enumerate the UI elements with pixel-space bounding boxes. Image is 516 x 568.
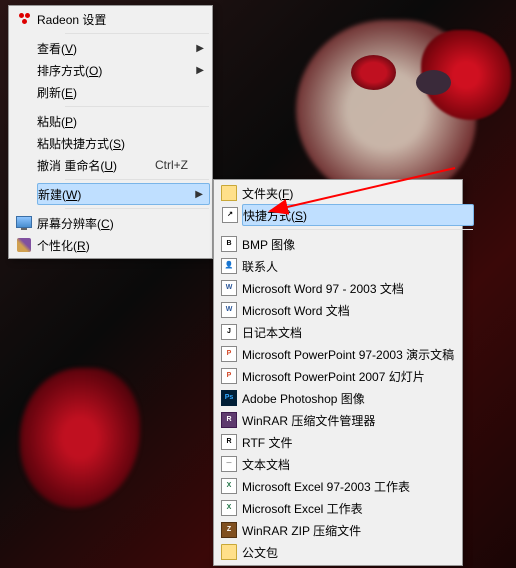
new-xls[interactable]: XMicrosoft Excel 工作表 <box>242 497 474 519</box>
folder-icon <box>216 185 242 201</box>
menu-label: 文本文档 <box>242 456 290 473</box>
menu-radeon-settings[interactable]: Radeon 设置 <box>37 8 210 30</box>
xls-icon: X <box>216 478 242 494</box>
shortcut-icon: ↗ <box>217 207 243 223</box>
menu-label: 刷新(E) <box>37 84 77 101</box>
xls-icon: X <box>216 500 242 516</box>
menu-label: 快捷方式(S) <box>243 207 307 224</box>
new-xls97[interactable]: XMicrosoft Excel 97-2003 工作表 <box>242 475 474 497</box>
menu-label: 个性化(R) <box>37 237 90 254</box>
rar-icon: R <box>216 412 242 428</box>
word-icon: W <box>216 302 242 318</box>
menu-label: Microsoft Word 97 - 2003 文档 <box>242 280 404 297</box>
new-rtf[interactable]: RRTF 文件 <box>242 431 474 453</box>
menu-label: WinRAR ZIP 压缩文件 <box>242 522 361 539</box>
menu-label: Microsoft PowerPoint 2007 幻灯片 <box>242 368 425 385</box>
new-folder[interactable]: 文件夹(F) <box>242 182 474 204</box>
new-journal[interactable]: J日记本文档 <box>242 321 474 343</box>
menu-separator <box>65 208 209 209</box>
psd-icon: Ps <box>216 390 242 406</box>
new-submenu: 文件夹(F) ↗ 快捷方式(S) BBMP 图像 👤联系人 WMicrosoft… <box>213 179 463 566</box>
new-psd[interactable]: PsAdobe Photoshop 图像 <box>242 387 474 409</box>
new-bmp[interactable]: BBMP 图像 <box>242 233 474 255</box>
monitor-icon <box>11 217 37 229</box>
bmp-icon: B <box>216 236 242 252</box>
new-word97[interactable]: WMicrosoft Word 97 - 2003 文档 <box>242 277 474 299</box>
new-zip[interactable]: ZWinRAR ZIP 压缩文件 <box>242 519 474 541</box>
txt-icon: ─ <box>216 456 242 472</box>
menu-paste-shortcut[interactable]: 粘贴快捷方式(S) <box>37 132 210 154</box>
new-briefcase[interactable]: 公文包 <box>242 541 474 563</box>
bg-flower2 <box>20 368 140 508</box>
desktop-context-menu: Radeon 设置 查看(V) ▶ 排序方式(O) ▶ 刷新(E) 粘贴(P) <box>8 5 213 259</box>
menu-label: 查看(V) <box>37 40 77 57</box>
menu-label: 排序方式(O) <box>37 62 102 79</box>
menu-view[interactable]: 查看(V) ▶ <box>37 37 210 59</box>
menu-label: 撤消 重命名(U) <box>37 157 117 174</box>
menu-label: Microsoft Excel 97-2003 工作表 <box>242 478 410 495</box>
zip-icon: Z <box>216 522 242 538</box>
menu-label: 公文包 <box>242 544 278 561</box>
submenu-arrow-icon: ▶ <box>196 65 204 76</box>
menu-label: Radeon 设置 <box>37 11 106 28</box>
bg-flower <box>421 30 511 120</box>
briefcase-icon <box>216 544 242 560</box>
menu-label: 新建(W) <box>38 186 81 203</box>
menu-separator <box>65 33 209 34</box>
menu-label: 粘贴(P) <box>37 113 77 130</box>
menu-label: Microsoft PowerPoint 97-2003 演示文稿 <box>242 346 454 363</box>
new-txt[interactable]: ─文本文档 <box>242 453 474 475</box>
menu-label: Adobe Photoshop 图像 <box>242 390 365 407</box>
menu-label: Microsoft Excel 工作表 <box>242 500 363 517</box>
menu-new[interactable]: 新建(W) ▶ <box>37 183 210 205</box>
menu-shortcut: Ctrl+Z <box>155 158 188 172</box>
menu-label: 日记本文档 <box>242 324 302 341</box>
menu-label: WinRAR 压缩文件管理器 <box>242 412 375 429</box>
menu-sort[interactable]: 排序方式(O) ▶ <box>37 59 210 81</box>
new-ppt[interactable]: PMicrosoft PowerPoint 2007 幻灯片 <box>242 365 474 387</box>
submenu-arrow-icon: ▶ <box>195 189 203 200</box>
menu-label: RTF 文件 <box>242 434 292 451</box>
menu-label: 粘贴快捷方式(S) <box>37 135 125 152</box>
personalize-icon <box>11 238 37 252</box>
new-word[interactable]: WMicrosoft Word 文档 <box>242 299 474 321</box>
ppt-icon: P <box>216 368 242 384</box>
ppt-icon: P <box>216 346 242 362</box>
menu-separator <box>270 229 473 230</box>
new-contact[interactable]: 👤联系人 <box>242 255 474 277</box>
menu-undo[interactable]: 撤消 重命名(U) Ctrl+Z <box>37 154 210 176</box>
menu-separator <box>65 106 209 107</box>
menu-label: Microsoft Word 文档 <box>242 302 350 319</box>
journal-icon: J <box>216 324 242 340</box>
menu-refresh[interactable]: 刷新(E) <box>37 81 210 103</box>
menu-paste[interactable]: 粘贴(P) <box>37 110 210 132</box>
menu-label: 屏幕分辨率(C) <box>37 215 114 232</box>
new-shortcut[interactable]: ↗ 快捷方式(S) <box>242 204 474 226</box>
new-rar[interactable]: RWinRAR 压缩文件管理器 <box>242 409 474 431</box>
word-icon: W <box>216 280 242 296</box>
rtf-icon: R <box>216 434 242 450</box>
menu-resolution[interactable]: 屏幕分辨率(C) <box>37 212 210 234</box>
submenu-arrow-icon: ▶ <box>196 43 204 54</box>
menu-label: 文件夹(F) <box>242 185 293 202</box>
contact-icon: 👤 <box>216 258 242 274</box>
menu-label: BMP 图像 <box>242 236 295 253</box>
menu-separator <box>65 179 209 180</box>
radeon-icon <box>11 11 37 27</box>
menu-label: 联系人 <box>242 258 278 275</box>
menu-personalize[interactable]: 个性化(R) <box>37 234 210 256</box>
new-ppt97[interactable]: PMicrosoft PowerPoint 97-2003 演示文稿 <box>242 343 474 365</box>
